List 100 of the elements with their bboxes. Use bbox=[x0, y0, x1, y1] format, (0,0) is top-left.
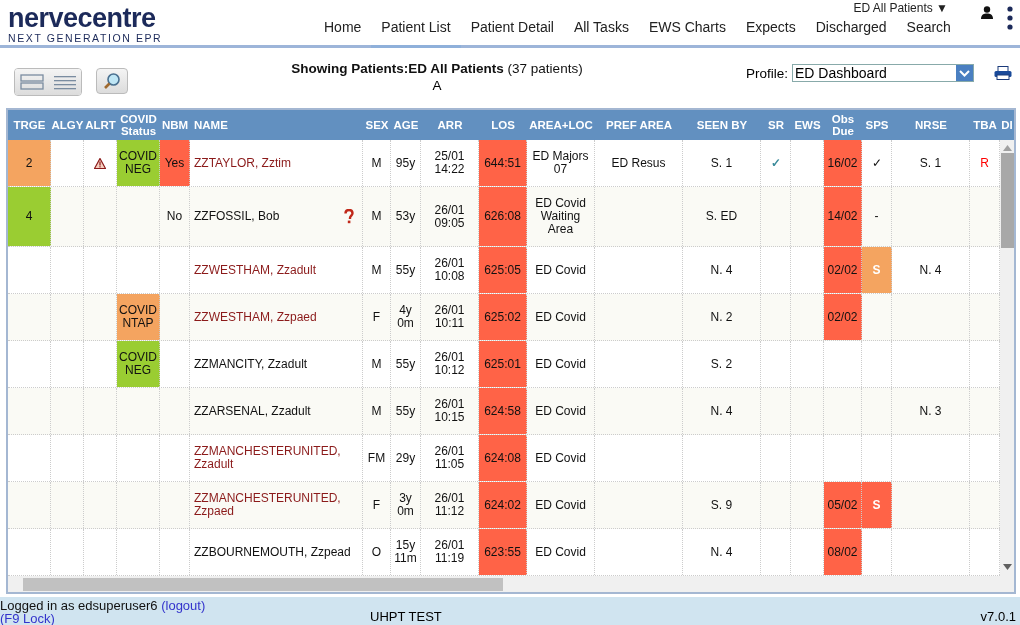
column-header[interactable]: AREA+LOC bbox=[527, 110, 595, 140]
table-cell: ED Covid bbox=[527, 435, 595, 481]
patient-name-cell[interactable]: ZZARSENAL, Zzadult bbox=[190, 388, 363, 434]
table-cell: N. 2 bbox=[683, 294, 761, 340]
letter-label: A bbox=[432, 78, 442, 93]
table-cell: 29y bbox=[391, 435, 421, 481]
table-cell: ED Covid bbox=[527, 341, 595, 387]
table-cell: ED Covid bbox=[527, 294, 595, 340]
table-cell: N. 4 bbox=[683, 247, 761, 293]
table-cell: ED Resus bbox=[595, 140, 683, 186]
patient-name-cell[interactable]: ZZBOURNEMOUTH, Zzpead bbox=[190, 529, 363, 575]
scrollbar-thumb[interactable] bbox=[23, 577, 503, 591]
column-header[interactable]: PREF AREA bbox=[595, 110, 683, 140]
table-cell: COVID NEG bbox=[117, 341, 160, 387]
nav-tab[interactable]: Home bbox=[314, 16, 372, 48]
column-header[interactable]: SPS bbox=[862, 110, 892, 140]
column-header[interactable]: EWS bbox=[791, 110, 824, 140]
table-cell: 625:01 bbox=[479, 341, 527, 387]
column-header[interactable]: ALGY bbox=[51, 110, 84, 140]
table-cell: S bbox=[862, 247, 892, 293]
table-cell: 623:55 bbox=[479, 529, 527, 575]
table-cell: ED Covid bbox=[527, 247, 595, 293]
column-header[interactable]: DI bbox=[1000, 110, 1014, 140]
more-options-icon[interactable] bbox=[1007, 6, 1013, 32]
table-cell: ED Covid bbox=[527, 482, 595, 528]
column-header[interactable]: NRSE bbox=[892, 110, 970, 140]
patient-name-cell[interactable]: ZZWESTHAM, Zzpaed bbox=[190, 294, 363, 340]
question-mark-icon bbox=[344, 209, 354, 224]
table-cell: ED Majors 07 bbox=[527, 140, 595, 186]
column-header[interactable]: LOS bbox=[479, 110, 527, 140]
table-cell: M bbox=[363, 247, 391, 293]
table-cell: N. 4 bbox=[892, 247, 970, 293]
patient-name-cell[interactable]: ZZMANCHESTERUNITED, Zzpaed bbox=[190, 482, 363, 528]
nav-tab[interactable]: Patient Detail bbox=[460, 16, 564, 48]
user-icon[interactable] bbox=[981, 6, 993, 19]
profile-select[interactable]: ED Dashboard bbox=[792, 64, 974, 82]
column-header[interactable]: COVID Status bbox=[117, 110, 160, 140]
table-cell: FM bbox=[363, 435, 391, 481]
printer-icon[interactable] bbox=[994, 66, 1012, 80]
table-cell: ED Covid Waiting Area bbox=[527, 187, 595, 246]
table-cell: - bbox=[862, 187, 892, 246]
vertical-scrollbar[interactable] bbox=[1000, 140, 1014, 576]
column-header[interactable]: ARR bbox=[421, 110, 479, 140]
table-cell: ✓ bbox=[862, 140, 892, 186]
column-header[interactable]: SEX bbox=[363, 110, 391, 140]
table-cell: M bbox=[363, 187, 391, 246]
table-cell: No bbox=[160, 187, 190, 246]
scrollbar-thumb[interactable] bbox=[1000, 153, 1014, 248]
scroll-down-icon bbox=[1002, 564, 1012, 570]
patient-list-dropdown[interactable]: ED All Patients ▼ bbox=[853, 2, 948, 15]
list-icon bbox=[52, 74, 77, 90]
patient-name-cell[interactable]: ZZMANCHESTERUNITED, Zzadult bbox=[190, 435, 363, 481]
nav-tab[interactable]: EWS Charts bbox=[638, 16, 736, 48]
column-header[interactable]: NBM bbox=[160, 110, 190, 140]
table-cell: N. 4 bbox=[683, 388, 761, 434]
patient-name-cell[interactable]: ZZFOSSIL, Bob bbox=[190, 187, 363, 246]
table-cell: S. 1 bbox=[892, 140, 970, 186]
table-cell: 53y bbox=[391, 187, 421, 246]
card-view-button[interactable] bbox=[15, 69, 48, 95]
showing-patients-heading: Showing Patients:ED All Patients (37 patients) bbox=[291, 61, 583, 76]
table-cell: N. 3 bbox=[892, 388, 970, 434]
lock-link[interactable]: (F9 Lock) bbox=[0, 611, 55, 625]
column-header[interactable]: SR bbox=[761, 110, 791, 140]
table-cell: N. 4 bbox=[683, 529, 761, 575]
table-cell: S. ED bbox=[683, 187, 761, 246]
patient-name-cell[interactable]: ZZMANCITY, Zzadult bbox=[190, 341, 363, 387]
rows-icon bbox=[19, 74, 44, 90]
table-cell: 2 bbox=[8, 140, 51, 186]
table-cell: 626:08 bbox=[479, 187, 527, 246]
table-cell: 05/02 bbox=[824, 482, 862, 528]
column-header[interactable]: NAME bbox=[190, 110, 363, 140]
patient-name-cell[interactable]: ZZWESTHAM, Zzadult bbox=[190, 247, 363, 293]
nav-tab[interactable]: Discharged bbox=[805, 16, 897, 48]
table-cell: F bbox=[363, 482, 391, 528]
nav-tab[interactable]: Search bbox=[896, 16, 961, 48]
nav-tab[interactable]: Patient List bbox=[371, 16, 461, 48]
list-view-button[interactable] bbox=[48, 69, 81, 95]
table-cell: 14/02 bbox=[824, 187, 862, 246]
logged-in-text: Logged in as edsuperuser6 bbox=[0, 598, 158, 613]
horizontal-scrollbar[interactable] bbox=[8, 576, 1014, 592]
nav-tab[interactable]: All Tasks bbox=[563, 16, 639, 48]
column-header[interactable]: Obs Due bbox=[824, 110, 862, 140]
table-cell: 16/02 bbox=[824, 140, 862, 186]
column-header[interactable]: TRGE bbox=[8, 110, 51, 140]
table-cell: F bbox=[363, 294, 391, 340]
column-header[interactable]: AGE bbox=[391, 110, 421, 140]
table-cell: M bbox=[363, 388, 391, 434]
search-button[interactable] bbox=[96, 68, 128, 94]
nav-tab[interactable]: Expects bbox=[735, 16, 806, 48]
patient-name-cell[interactable]: ZZTAYLOR, Zztim bbox=[190, 140, 363, 186]
table-cell: S. 9 bbox=[683, 482, 761, 528]
table-cell: ED Covid bbox=[527, 529, 595, 575]
scroll-up-icon bbox=[1002, 145, 1012, 151]
column-header[interactable]: ALRT bbox=[84, 110, 117, 140]
version-label: v7.0.1 bbox=[980, 610, 1017, 623]
column-header[interactable]: TBA bbox=[970, 110, 1000, 140]
column-header[interactable]: SEEN BY bbox=[683, 110, 761, 140]
chevron-down-icon bbox=[959, 69, 970, 77]
logout-link[interactable]: (logout) bbox=[161, 598, 206, 613]
search-icon bbox=[103, 72, 121, 90]
